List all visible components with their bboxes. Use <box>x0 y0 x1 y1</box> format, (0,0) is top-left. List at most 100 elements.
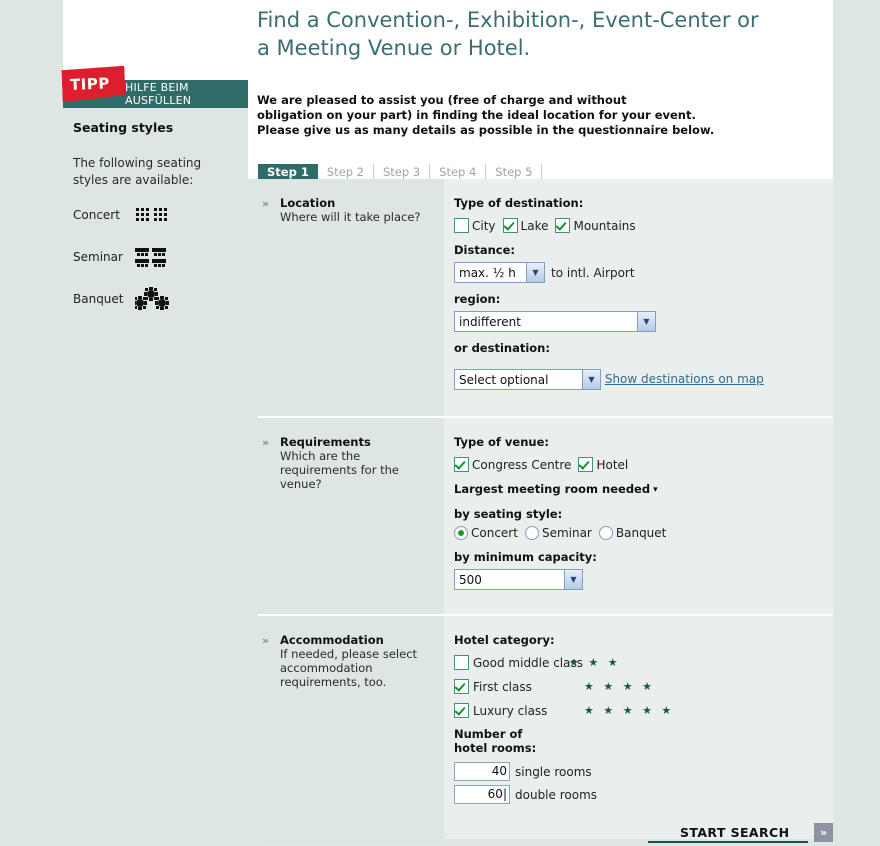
sidebar-title: Seating styles <box>73 120 174 135</box>
start-search-bar[interactable]: START SEARCH » <box>648 823 833 846</box>
largest-meeting-room-label: Largest meeting room needed <box>454 482 651 496</box>
capacity-select[interactable]: 500 ▼ <box>454 569 583 590</box>
checkbox-lake-label: Lake <box>520 218 549 233</box>
section-location: » Location Where will it take place? Typ… <box>258 179 833 418</box>
distance-suffix: to intl. Airport <box>551 265 635 280</box>
tab-step-3[interactable]: Step 3 <box>374 164 431 180</box>
checkbox-hotel[interactable]: Hotel <box>578 457 628 472</box>
tab-step-5[interactable]: Step 5 <box>486 164 543 180</box>
tip-header-subtitle: HILFE BEIM AUSFÜLLEN <box>125 81 192 107</box>
checkbox-mountains-box[interactable] <box>555 218 571 233</box>
single-rooms-input[interactable]: 40 <box>454 762 510 781</box>
chevron-down-icon[interactable]: ▼ <box>526 263 544 282</box>
chevron-down-icon[interactable]: ▼ <box>637 312 655 331</box>
banquet-seating-icon <box>133 286 183 314</box>
page-header: Find a Convention-, Exhibition-, Event-C… <box>257 6 827 62</box>
radio-banquet[interactable]: Banquet <box>598 526 667 540</box>
checkbox-hotel-label: Hotel <box>596 457 629 472</box>
checkbox-city-label: City <box>472 218 496 233</box>
chevron-right-icon: » <box>262 634 270 647</box>
section-accommodation-title: Accommodation <box>280 633 384 647</box>
checkbox-good-middle-class[interactable]: Good middle class ★ ★ ★ <box>454 655 833 670</box>
checkbox-first-class[interactable]: First class ★ ★ ★ ★ <box>454 679 833 694</box>
checkbox-good-middle-class-label: Good middle class <box>473 655 583 670</box>
radio-concert[interactable]: Concert <box>454 526 518 540</box>
start-search-underline <box>648 841 808 843</box>
page-title-line2: a Meeting Venue or Hotel. <box>257 36 531 60</box>
distance-row: max. ½ h ▼ to intl. Airport <box>454 262 833 283</box>
checkbox-mountains[interactable]: Mountains <box>555 218 636 233</box>
start-search-label[interactable]: START SEARCH <box>680 825 789 840</box>
distance-select[interactable]: max. ½ h ▼ <box>454 262 545 283</box>
tipp-badge-label: TIPP <box>69 74 111 94</box>
checkbox-congress-centre-box[interactable] <box>454 457 469 472</box>
sidebar-subtitle: The following seating styles are availab… <box>73 156 202 187</box>
radio-banquet-dot[interactable] <box>598 526 613 540</box>
radio-concert-label: Concert <box>471 526 518 540</box>
largest-meeting-room-toggle[interactable]: Largest meeting room needed ▾ <box>454 482 833 496</box>
checkbox-congress-centre[interactable]: Congress Centre <box>454 457 571 472</box>
chevron-down-icon[interactable]: ▼ <box>582 370 600 389</box>
single-rooms-suffix: single rooms <box>515 764 592 779</box>
checkbox-lake[interactable]: Lake <box>502 218 549 233</box>
radio-seminar[interactable]: Seminar <box>524 526 592 540</box>
radio-banquet-label: Banquet <box>615 526 667 540</box>
stars-first-class: ★ ★ ★ ★ <box>584 680 655 693</box>
radio-seminar-label: Seminar <box>541 526 592 540</box>
section-accommodation: » Accommodation If needed, please select… <box>258 616 833 843</box>
checkbox-mountains-label: Mountains <box>573 218 636 233</box>
type-of-venue-label: Type of venue: <box>454 435 549 449</box>
radio-seminar-dot[interactable] <box>524 526 539 540</box>
radio-concert-dot[interactable] <box>454 526 468 540</box>
distance-select-value: max. ½ h <box>459 266 516 280</box>
section-requirements-title: Requirements <box>280 435 371 449</box>
capacity-select-value: 500 <box>459 573 482 587</box>
show-destinations-on-map-link[interactable]: Show destinations on map <box>605 372 764 386</box>
section-location-title: Location <box>280 196 336 210</box>
distance-label: Distance: <box>454 243 515 257</box>
section-location-description: Where will it take place? <box>280 210 421 224</box>
double-rooms-suffix: double rooms <box>515 787 598 802</box>
seating-style-banquet: Banquet <box>73 286 238 328</box>
by-seating-style-label: by seating style: <box>454 507 563 521</box>
double-rooms-input[interactable]: 60 <box>454 785 510 804</box>
checkbox-luxury-class[interactable]: Luxury class ★ ★ ★ ★ ★ <box>454 703 833 718</box>
seating-style-concert: Concert <box>73 202 238 244</box>
caret-down-icon[interactable]: ▾ <box>653 485 658 495</box>
step-tabs: Step 1 Step 2 Step 3 Step 4 Step 5 <box>258 164 543 180</box>
concert-seating-icon <box>135 202 183 230</box>
checkbox-hotel-box[interactable] <box>578 457 594 472</box>
checkbox-city-box[interactable] <box>454 218 469 233</box>
destination-select[interactable]: Select optional ▼ <box>454 369 601 390</box>
section-accommodation-label-column: » Accommodation If needed, please select… <box>258 616 444 843</box>
checkbox-good-middle-class-box[interactable] <box>454 655 469 670</box>
section-location-label-column: » Location Where will it take place? <box>258 179 444 416</box>
stars-good-middle-class: ★ ★ ★ <box>569 656 621 669</box>
type-of-destination-label: Type of destination: <box>454 196 584 210</box>
checkbox-first-class-label: First class <box>473 679 532 694</box>
section-requirements: » Requirements Which are the requirement… <box>258 418 833 616</box>
region-label: region: <box>454 292 501 306</box>
page-title: Find a Convention-, Exhibition-, Event-C… <box>257 6 827 62</box>
tip-sidebar: HILFE BEIM AUSFÜLLEN TIPP Seating styles… <box>63 80 248 337</box>
section-location-fields: Type of destination: City Lake Mountains… <box>444 179 833 406</box>
tab-step-4[interactable]: Step 4 <box>430 164 487 180</box>
checkbox-city[interactable]: City <box>454 218 496 233</box>
checkbox-luxury-class-label: Luxury class <box>473 703 548 718</box>
start-search-arrow-icon[interactable]: » <box>814 823 833 842</box>
chevron-down-icon[interactable]: ▼ <box>564 570 582 589</box>
tab-step-1[interactable]: Step 1 <box>258 164 318 180</box>
questionnaire-form: » Location Where will it take place? Typ… <box>258 179 833 843</box>
chevron-right-icon: » <box>262 197 270 210</box>
seating-style-seminar-label: Seminar <box>73 250 123 264</box>
checkbox-lake-box[interactable] <box>502 218 518 233</box>
page-title-line1: Find a Convention-, Exhibition-, Event-C… <box>257 8 759 32</box>
section-requirements-label-column: » Requirements Which are the requirement… <box>258 418 444 614</box>
checkbox-first-class-box[interactable] <box>454 679 469 694</box>
region-select[interactable]: indifferent ▼ <box>454 311 656 332</box>
region-select-value: indifferent <box>459 315 521 329</box>
destination-select-value: Select optional <box>459 373 549 387</box>
section-requirements-fields: Type of venue: Congress Centre Hotel Lar… <box>444 418 833 606</box>
tab-step-2[interactable]: Step 2 <box>318 164 374 180</box>
checkbox-luxury-class-box[interactable] <box>454 703 469 718</box>
